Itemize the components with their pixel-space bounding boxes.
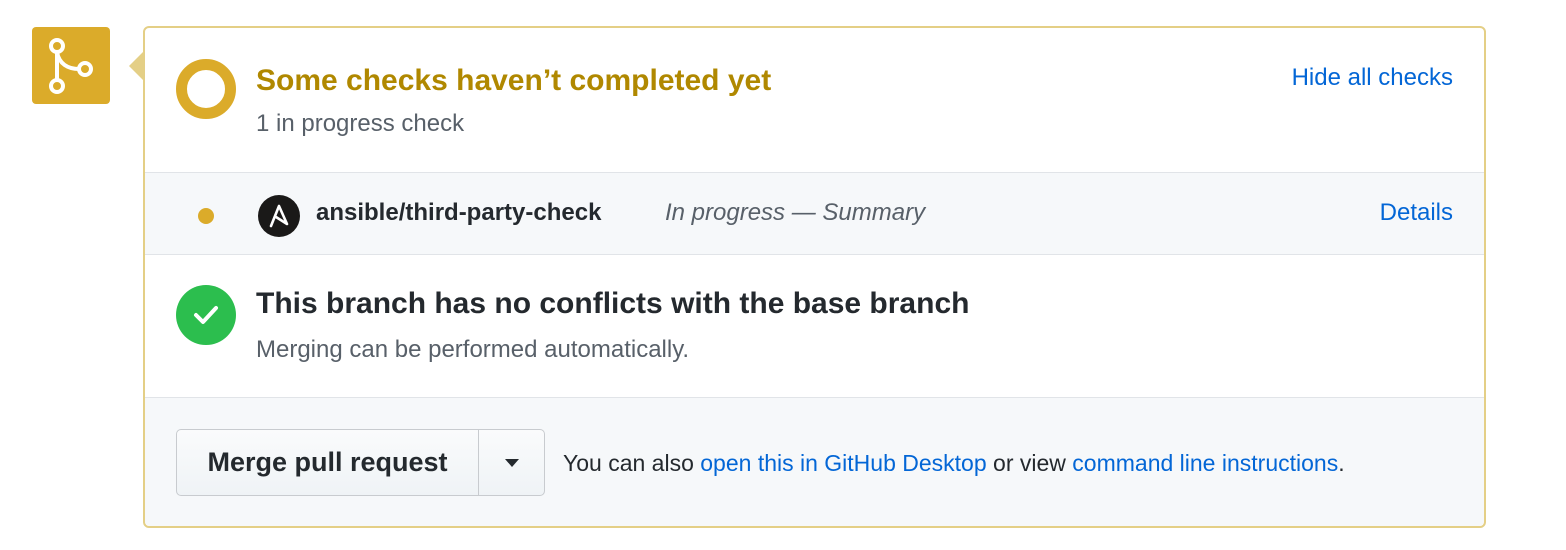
pending-ring-icon: [176, 59, 236, 119]
checks-status-subtitle: 1 in progress check: [256, 110, 465, 137]
merge-alternatives-text: You can also open this in GitHub Desktop…: [563, 450, 1345, 477]
branch-status-subtitle: Merging can be performed automatically.: [256, 336, 690, 363]
checks-status-title: Some checks haven’t completed yet: [256, 64, 772, 97]
check-row: ansible/third-party-check In progress — …: [145, 172, 1484, 255]
merge-text-prefix: You can also: [563, 450, 701, 476]
open-in-desktop-link[interactable]: open this in GitHub Desktop: [700, 450, 986, 476]
check-name: ansible/third-party-check: [316, 199, 602, 226]
merge-options-dropdown-button[interactable]: [479, 430, 544, 495]
merge-text-suffix: .: [1338, 450, 1345, 476]
branch-status-section: This branch has no conflicts with the ba…: [145, 255, 1484, 398]
panel-pointer: [129, 52, 143, 80]
ansible-logo-icon: [258, 195, 300, 237]
merge-pull-request-button[interactable]: Merge pull request: [177, 430, 479, 495]
in-progress-dot-icon: [198, 208, 214, 224]
merge-actions-section: Merge pull request You can also open thi…: [145, 398, 1484, 526]
branch-status-title: This branch has no conflicts with the ba…: [256, 287, 970, 320]
caret-down-icon: [504, 458, 519, 467]
check-description: In progress — Summary: [665, 199, 926, 226]
checks-status-section: Some checks haven’t completed yet 1 in p…: [145, 28, 1484, 172]
command-line-instructions-link[interactable]: command line instructions: [1072, 450, 1338, 476]
merge-status-panel: Some checks haven’t completed yet 1 in p…: [143, 26, 1486, 528]
check-icon: [176, 285, 236, 345]
check-details-link[interactable]: Details: [1380, 199, 1453, 227]
merge-text-middle: or view: [986, 450, 1073, 476]
git-merge-icon: [32, 27, 110, 104]
hide-all-checks-link[interactable]: Hide all checks: [1292, 64, 1453, 92]
merge-button-group: Merge pull request: [176, 429, 545, 496]
